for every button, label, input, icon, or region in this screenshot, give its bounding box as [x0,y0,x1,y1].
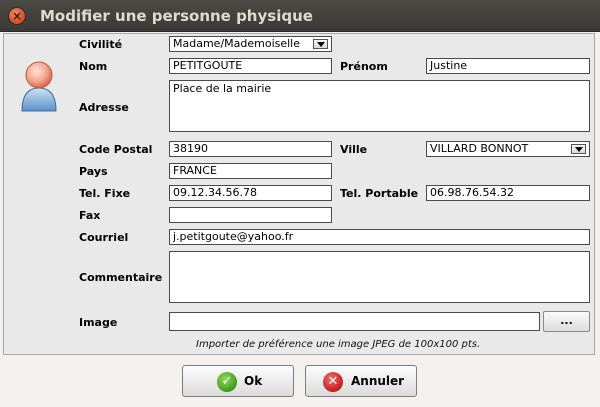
image-path-field[interactable] [169,312,540,331]
ville-value: VILLARD BONNOT [430,142,529,155]
adresse-field[interactable]: Place de la mairie [169,80,590,132]
tel-portable-field[interactable]: 06.98.76.54.32 [426,185,590,201]
person-icon [21,61,57,112]
ok-button-label: Ok [244,374,263,388]
commentaire-field[interactable] [169,251,590,303]
fax-field[interactable] [169,207,332,223]
civilite-label: Civilité [79,38,123,51]
title-bar: × Modifier une personne physique [0,0,600,32]
adresse-label: Adresse [79,101,129,114]
courriel-field[interactable]: j.petitgoute@yahoo.fr [169,229,590,245]
civilite-value: Madame/Mademoiselle [173,37,301,50]
courriel-label: Courriel [79,231,129,244]
chevron-down-icon[interactable] [313,39,328,49]
fax-label: Fax [79,209,101,222]
civilite-select[interactable]: Madame/Mademoiselle [169,36,332,52]
image-hint: Importer de préférence une image JPEG de… [196,339,481,350]
cancel-button[interactable]: ✕ Annuler [305,365,417,397]
prenom-field[interactable]: Justine [426,58,590,74]
prenom-label: Prénom [340,60,388,73]
browse-button[interactable]: ... [543,311,590,332]
ok-button[interactable]: ✓ Ok [182,365,294,397]
ville-label: Ville [340,143,368,156]
code-postal-label: Code Postal [79,143,153,156]
tel-portable-label: Tel. Portable [340,187,419,200]
x-icon: ✕ [323,372,343,392]
window-title: Modifier une personne physique [40,7,313,25]
pays-field[interactable]: FRANCE [169,163,332,179]
nom-label: Nom [79,60,108,73]
close-icon[interactable]: × [9,8,25,24]
code-postal-field[interactable]: 38190 [169,141,332,157]
image-label: Image [79,316,118,329]
nom-field[interactable]: PETITGOUTE [169,58,332,74]
pays-label: Pays [79,165,108,178]
commentaire-label: Commentaire [79,271,163,284]
tel-fixe-label: Tel. Fixe [79,187,131,200]
chevron-down-icon[interactable] [571,144,586,154]
tel-fixe-field[interactable]: 09.12.34.56.78 [169,185,332,201]
check-icon: ✓ [217,372,237,392]
ville-select[interactable]: VILLARD BONNOT [426,141,590,157]
cancel-button-label: Annuler [351,374,405,388]
